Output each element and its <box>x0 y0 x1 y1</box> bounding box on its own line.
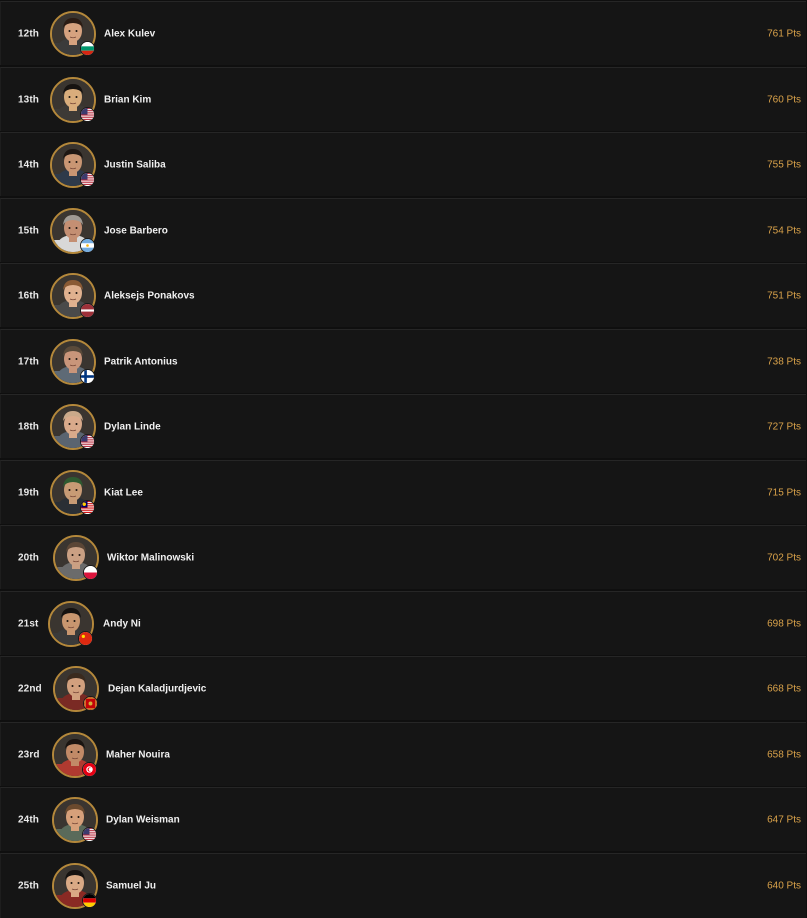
player-name-link[interactable]: Patrik Antonius <box>104 356 178 367</box>
points-value: 760 Pts <box>767 94 801 105</box>
player-avatar-link[interactable] <box>50 76 96 123</box>
rank-label: 24th <box>18 814 39 825</box>
leaderboard-row[interactable]: 20th Wiktor Malinowski 702 Pts <box>0 525 806 589</box>
player-name-link[interactable]: Kiat Lee <box>104 487 143 498</box>
leaderboard-row[interactable]: 15th Jose Barbero 754 Pts <box>0 198 806 262</box>
player-avatar-link[interactable] <box>53 665 99 712</box>
points-value: 738 Pts <box>767 356 801 367</box>
leaderboard-row[interactable]: 17th Patrik Antonius 738 Pts <box>0 329 806 393</box>
player-avatar-link[interactable] <box>48 600 94 647</box>
points-value: 658 Pts <box>767 749 801 760</box>
player-name-link[interactable]: Alex Kulev <box>104 28 155 39</box>
points-value: 755 Pts <box>767 159 801 170</box>
player-name-link[interactable]: Justin Saliba <box>104 159 166 170</box>
leaderboard-row[interactable]: 19th Kiat Lee 715 Pts <box>0 460 806 524</box>
player-name-link[interactable]: Andy Ni <box>103 618 141 629</box>
points-value: 640 Pts <box>767 880 801 892</box>
player-name-link[interactable]: Jose Barbero <box>104 225 168 236</box>
points-value: 647 Pts <box>767 814 801 825</box>
usa-flag-icon <box>80 171 95 187</box>
rank-label: 25th <box>18 880 39 892</box>
rank-label: 20th <box>18 552 39 563</box>
points-value: 761 Pts <box>767 28 801 39</box>
player-name-link[interactable]: Dejan Kaladjurdjevic <box>108 683 206 694</box>
malaysia-flag-icon <box>80 499 95 515</box>
points-value: 715 Pts <box>767 487 801 498</box>
leaderboard-row[interactable]: 12th Alex Kulev 761 Pts <box>0 1 806 65</box>
player-name-link[interactable]: Samuel Ju <box>106 881 156 892</box>
tunisia-flag-icon <box>82 761 97 777</box>
leaderboard-row[interactable]: 23rd Maher Nouira 658 Pts <box>0 722 806 786</box>
usa-flag-icon <box>80 106 95 122</box>
rank-label: 16th <box>18 290 39 301</box>
leaderboard-row[interactable]: 13th Brian Kim 760 Pts <box>0 67 806 131</box>
points-value: 668 Pts <box>767 683 801 694</box>
leaderboard-row[interactable]: 18th Dylan Linde 727 Pts <box>0 394 806 458</box>
player-name-link[interactable]: Dylan Weisman <box>106 814 180 825</box>
rank-label: 12th <box>18 28 39 39</box>
player-name-link[interactable]: Dylan Linde <box>104 421 161 432</box>
leaderboard-row[interactable]: 21st Andy Ni 698 Pts <box>0 591 806 655</box>
bulgaria-flag-icon <box>80 40 95 56</box>
player-avatar-link[interactable] <box>50 403 96 450</box>
poland-flag-icon <box>83 564 98 580</box>
rank-label: 21st <box>18 618 39 629</box>
china-flag-icon <box>78 630 93 646</box>
player-avatar-link[interactable] <box>53 534 99 581</box>
rank-label: 23rd <box>18 749 40 760</box>
germany-flag-icon <box>82 893 97 908</box>
rank-label: 15th <box>18 225 39 236</box>
leaderboard-row[interactable]: 25th Samuel Ju 640 Pts <box>0 853 806 918</box>
player-avatar-link[interactable] <box>52 863 98 909</box>
rank-label: 17th <box>18 356 39 367</box>
player-name-link[interactable]: Wiktor Malinowski <box>107 552 194 563</box>
player-avatar-link[interactable] <box>50 207 96 254</box>
player-avatar-link[interactable] <box>50 141 96 188</box>
usa-flag-icon <box>80 433 95 449</box>
rank-label: 13th <box>18 94 39 105</box>
rank-label: 18th <box>18 421 39 432</box>
argentina-flag-icon <box>80 237 95 253</box>
points-value: 727 Pts <box>767 421 801 432</box>
rank-label: 22nd <box>18 683 42 694</box>
player-name-link[interactable]: Aleksejs Ponakovs <box>104 290 195 301</box>
leaderboard-list: 12th Alex Kulev 761 Pts 13th Brian Kim 760 … <box>0 0 807 918</box>
points-value: 751 Pts <box>767 290 801 301</box>
player-avatar-link[interactable] <box>52 796 98 843</box>
player-avatar-link[interactable] <box>52 731 98 778</box>
points-value: 754 Pts <box>767 225 801 236</box>
finland-flag-icon <box>80 368 95 384</box>
leaderboard-row[interactable]: 24th Dylan Weisman 647 Pts <box>0 787 806 851</box>
usa-flag-icon <box>82 826 97 842</box>
points-value: 698 Pts <box>767 618 801 629</box>
leaderboard-row[interactable]: 16th Aleksejs Ponakovs 751 Pts <box>0 263 806 327</box>
rank-label: 14th <box>18 159 39 170</box>
latvia-flag-icon <box>80 302 95 318</box>
player-avatar-link[interactable] <box>50 10 96 57</box>
player-avatar-link[interactable] <box>50 469 96 516</box>
rank-label: 19th <box>18 487 39 498</box>
leaderboard-row[interactable]: 14th Justin Saliba 755 Pts <box>0 132 806 196</box>
leaderboard-row[interactable]: 22nd Dejan Kaladjurdjevic 668 Pts <box>0 656 806 720</box>
points-value: 702 Pts <box>767 552 801 563</box>
player-name-link[interactable]: Brian Kim <box>104 94 151 105</box>
player-avatar-link[interactable] <box>50 338 96 385</box>
player-avatar-link[interactable] <box>50 272 96 319</box>
montenegro-flag-icon <box>83 695 98 711</box>
player-name-link[interactable]: Maher Nouira <box>106 749 170 760</box>
